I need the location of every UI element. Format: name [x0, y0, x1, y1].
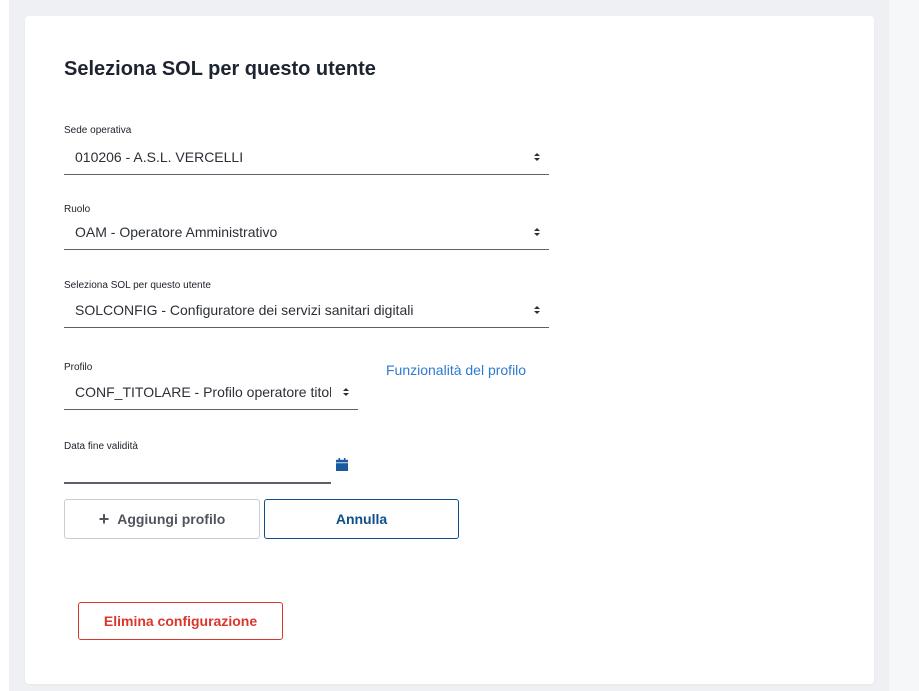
sede-select[interactable]: 010206 - A.S.L. VERCELLI	[64, 143, 549, 175]
sede-value: 010206 - A.S.L. VERCELLI	[75, 149, 244, 165]
ruolo-label: Ruolo	[64, 204, 91, 215]
delete-label: Elimina configurazione	[103, 613, 258, 629]
page-title: Seleziona SOL per questo utente	[64, 58, 376, 80]
add-profile-label: Aggiungi profilo	[117, 511, 226, 527]
profilo-label: Profilo	[64, 362, 93, 373]
ruolo-select[interactable]: OAM - Operatore Amministrativo	[64, 218, 549, 250]
ruolo-value: OAM - Operatore Amministrativo	[75, 224, 278, 240]
data-fine-input[interactable]	[64, 459, 331, 484]
add-profile-button[interactable]: + Aggiungi profilo	[64, 499, 260, 539]
profilo-select[interactable]: CONF_TITOLARE - Profilo operatore titola…	[64, 378, 358, 410]
sol-selection-card: Seleziona SOL per questo utente Sede ope…	[25, 16, 874, 684]
sol-value: SOLCONFIG - Configuratore dei servizi sa…	[75, 302, 414, 318]
right-edge	[889, 0, 919, 691]
profilo-value: CONF_TITOLARE - Profilo operatore titola…	[75, 384, 331, 400]
left-edge	[0, 0, 9, 691]
calendar-icon[interactable]	[336, 458, 348, 471]
cancel-label: Annulla	[335, 511, 388, 527]
cancel-button[interactable]: Annulla	[264, 499, 459, 539]
sol-label: Seleziona SOL per questo utente	[64, 280, 211, 291]
sede-label: Sede operativa	[64, 125, 132, 136]
data-fine-label: Data fine validità	[64, 441, 138, 452]
sort-caret-icon	[533, 226, 541, 240]
sort-caret-icon	[533, 151, 541, 165]
sort-caret-icon	[533, 304, 541, 318]
plus-icon: +	[98, 508, 110, 529]
sort-caret-icon	[342, 386, 350, 400]
delete-configuration-button[interactable]: Elimina configurazione	[78, 602, 283, 640]
profile-functions-link[interactable]: Funzionalità del profilo	[386, 360, 536, 380]
sol-select[interactable]: SOLCONFIG - Configuratore dei servizi sa…	[64, 296, 549, 328]
